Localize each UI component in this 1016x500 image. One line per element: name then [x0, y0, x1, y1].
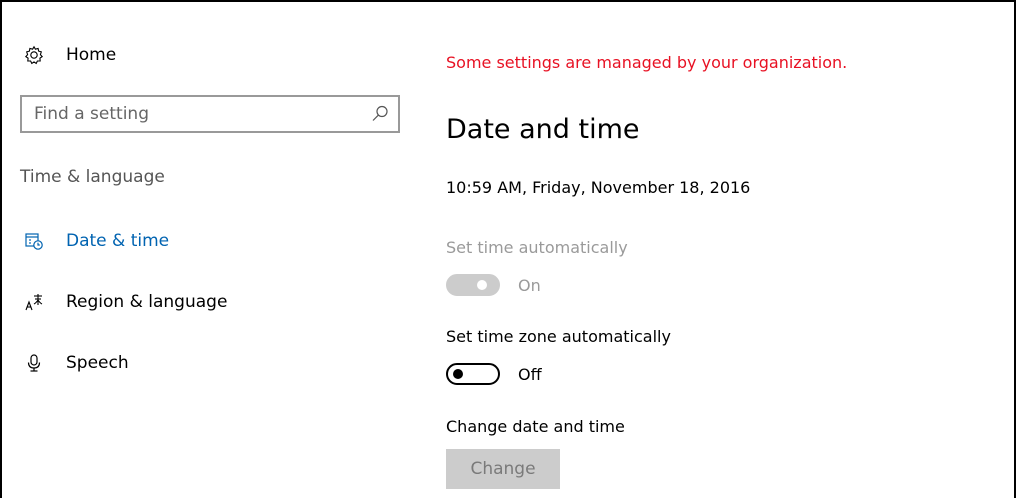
toggle-knob	[453, 369, 463, 379]
search-input[interactable]	[22, 97, 362, 131]
set-time-automatically-label: Set time automatically	[446, 238, 628, 257]
organization-managed-notice: Some settings are managed by your organi…	[446, 53, 848, 72]
section-label: Time & language	[20, 167, 165, 187]
current-date-time: 10:59 AM, Friday, November 18, 2016	[446, 178, 751, 197]
sidebar-item-label: Date & time	[66, 231, 170, 251]
set-time-automatically-state: On	[518, 275, 541, 295]
page-title: Date and time	[446, 114, 640, 145]
set-time-zone-automatically-state: Off	[518, 364, 542, 384]
sidebar-item-date-time[interactable]: Date & time	[24, 227, 169, 255]
change-date-time-label: Change date and time	[446, 417, 625, 436]
gear-icon	[24, 45, 44, 65]
settings-sidebar: Home Time & language	[2, 2, 412, 498]
home-label: Home	[66, 45, 117, 65]
set-time-automatically-row: On	[446, 273, 541, 297]
toggle-knob	[477, 280, 487, 290]
set-time-zone-automatically-row: Off	[446, 362, 542, 386]
sidebar-item-label: Region & language	[66, 292, 228, 312]
date-time-panel: Some settings are managed by your organi…	[446, 0, 1006, 500]
change-button[interactable]: Change	[446, 449, 560, 489]
set-time-automatically-toggle[interactable]	[446, 274, 500, 296]
sidebar-item-label: Speech	[66, 353, 129, 373]
sidebar-item-region-language[interactable]: Region & language	[24, 288, 227, 316]
search-icon[interactable]	[370, 104, 390, 124]
microphone-icon	[24, 353, 44, 373]
language-icon	[24, 292, 44, 312]
calendar-clock-icon	[24, 231, 44, 251]
sidebar-item-speech[interactable]: Speech	[24, 349, 129, 377]
home-link[interactable]: Home	[24, 42, 116, 68]
search-box	[20, 95, 400, 133]
set-time-zone-automatically-toggle[interactable]	[446, 363, 500, 385]
set-time-zone-automatically-label: Set time zone automatically	[446, 327, 671, 346]
